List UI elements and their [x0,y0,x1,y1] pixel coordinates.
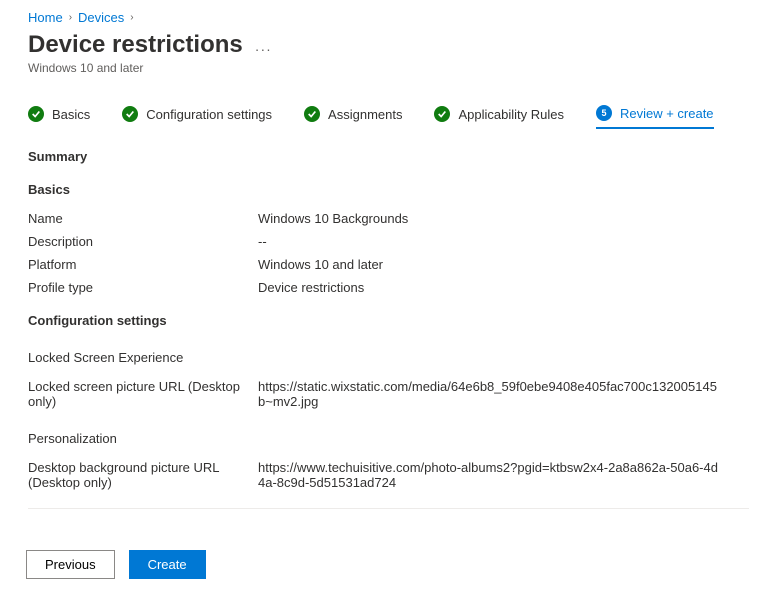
kv-row: Desktop background picture URL (Desktop … [28,460,749,490]
tab-basics[interactable]: Basics [28,105,90,129]
tab-applicability-rules[interactable]: Applicability Rules [434,105,564,129]
kv-row: Name Windows 10 Backgrounds [28,211,749,226]
kv-row: Locked screen picture URL (Desktop only)… [28,379,749,409]
create-button[interactable]: Create [129,550,206,579]
name-value: Windows 10 Backgrounds [258,211,408,226]
profile-type-value: Device restrictions [258,280,364,295]
chevron-right-icon: › [69,12,72,23]
truncated-divider [28,508,749,515]
summary-heading: Summary [28,149,749,164]
more-icon[interactable]: ··· [255,33,272,57]
wizard-tabs: Basics Configuration settings Assignment… [28,105,749,129]
page-subtitle: Windows 10 and later [28,61,749,75]
locked-screen-heading: Locked Screen Experience [28,350,749,365]
check-icon [28,106,44,122]
tab-assignments[interactable]: Assignments [304,105,402,129]
breadcrumb-home[interactable]: Home [28,10,63,25]
description-value: -- [258,234,267,249]
tab-label: Configuration settings [146,107,272,122]
locked-url-value: https://static.wixstatic.com/media/64e6b… [258,379,718,409]
kv-row: Platform Windows 10 and later [28,257,749,272]
desktop-url-label: Desktop background picture URL (Desktop … [28,460,258,490]
tab-label: Applicability Rules [458,107,564,122]
tab-label: Basics [52,107,90,122]
tab-label: Review + create [620,106,714,121]
locked-url-label: Locked screen picture URL (Desktop only) [28,379,258,409]
check-icon [434,106,450,122]
platform-value: Windows 10 and later [258,257,383,272]
profile-type-label: Profile type [28,280,258,295]
kv-row: Description -- [28,234,749,249]
tab-review-create[interactable]: 5 Review + create [596,105,714,129]
kv-row: Profile type Device restrictions [28,280,749,295]
step-number-icon: 5 [596,105,612,121]
personalization-heading: Personalization [28,431,749,446]
previous-button[interactable]: Previous [26,550,115,579]
breadcrumb-devices[interactable]: Devices [78,10,124,25]
platform-label: Platform [28,257,258,272]
description-label: Description [28,234,258,249]
check-icon [304,106,320,122]
check-icon [122,106,138,122]
name-label: Name [28,211,258,226]
breadcrumb: Home › Devices › [28,10,749,25]
desktop-url-value: https://www.techuisitive.com/photo-album… [258,460,718,490]
footer-actions: Previous Create [26,550,206,579]
chevron-right-icon: › [130,12,133,23]
tab-label: Assignments [328,107,402,122]
page-title: Device restrictions [28,31,243,59]
tab-configuration-settings[interactable]: Configuration settings [122,105,272,129]
config-heading: Configuration settings [28,313,749,328]
basics-heading: Basics [28,182,749,197]
